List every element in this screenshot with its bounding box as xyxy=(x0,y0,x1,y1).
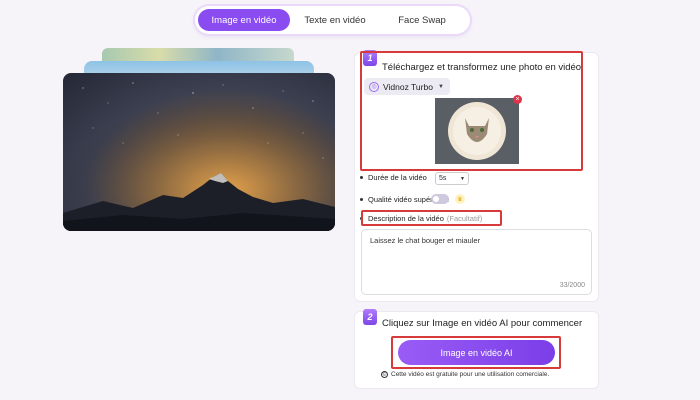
highlight-description-label xyxy=(361,210,502,226)
copyright-icon: © xyxy=(381,371,388,378)
duration-select[interactable]: 5s ▼ xyxy=(435,172,469,185)
bullet-icon xyxy=(360,198,363,201)
tab-image-to-video[interactable]: Image en vidéo xyxy=(198,9,290,31)
description-text: Laissez le chat bouger et miauler xyxy=(370,236,481,245)
step-2-title: Cliquez sur Image en vidéo AI pour comme… xyxy=(382,318,583,329)
duration-label: Durée de la vidéo xyxy=(368,173,427,182)
license-note: © Cette vidéo est gratuite pour une util… xyxy=(381,371,549,378)
crown-icon: ♛ xyxy=(455,194,465,204)
highlight-upload-area xyxy=(360,51,583,171)
bullet-icon xyxy=(360,176,363,179)
mode-tabs: Image en vidéo Texte en vidéo Face Swap xyxy=(195,6,470,34)
tab-face-swap[interactable]: Face Swap xyxy=(380,9,464,31)
chevron-down-icon: ▼ xyxy=(460,175,465,182)
toggle-knob xyxy=(433,196,439,202)
license-text: Cette vidéo est gratuite pour une utilis… xyxy=(391,371,550,378)
night-mountain-illustration xyxy=(63,73,335,231)
step-2-badge: 2 xyxy=(363,309,377,325)
description-textarea[interactable]: Laissez le chat bouger et miauler 33/200… xyxy=(361,229,592,295)
tab-text-to-video[interactable]: Texte en vidéo xyxy=(290,9,380,31)
highlight-generate-button xyxy=(391,336,561,369)
preview-image xyxy=(63,73,335,231)
character-count: 33/2000 xyxy=(559,282,585,289)
duration-value: 5s xyxy=(439,175,447,182)
duration-row: Durée de la vidéo xyxy=(360,173,427,182)
quality-toggle[interactable] xyxy=(431,194,449,204)
